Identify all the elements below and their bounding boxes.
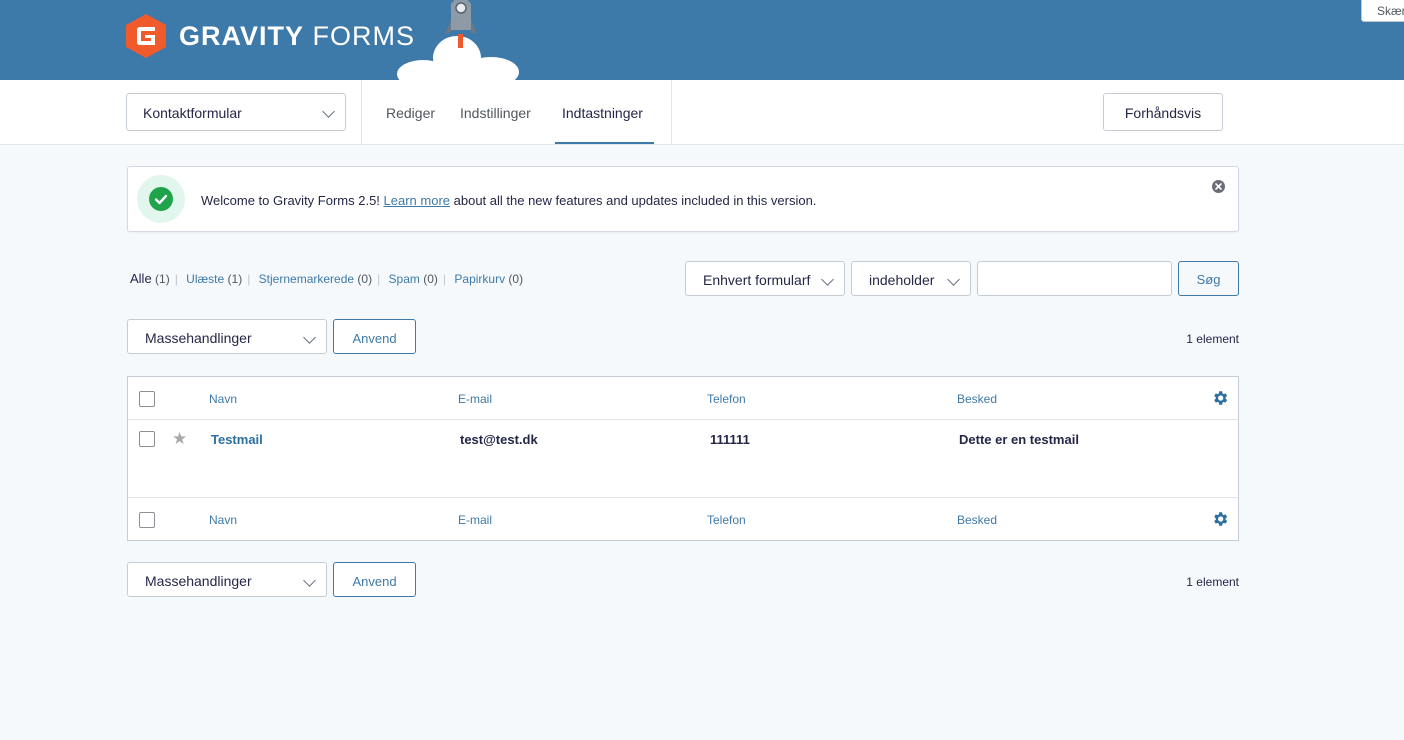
search-button[interactable]: Søg — [1178, 261, 1239, 296]
form-toolbar: Kontaktformular Rediger Indstillinger In… — [0, 80, 1404, 145]
column-header-besked[interactable]: Besked — [957, 392, 997, 406]
item-count-top: 1 element — [1186, 332, 1239, 346]
column-header-telefon[interactable]: Telefon — [707, 392, 746, 406]
apply-button-bottom[interactable]: Anvend — [333, 562, 416, 597]
filter-trash-count: (0) — [508, 272, 524, 286]
select-all-checkbox[interactable] — [139, 391, 155, 407]
bulk-actions-value: Massehandlinger — [145, 573, 252, 589]
success-check-icon — [137, 175, 185, 223]
filter-unread[interactable]: Ulæste — [186, 272, 224, 286]
filter-all-count: (1) — [155, 272, 170, 286]
preview-button[interactable]: Forhåndsvis — [1103, 93, 1223, 131]
entry-phone: 111111 — [710, 432, 750, 447]
tab-rediger[interactable]: Rediger — [386, 80, 435, 144]
filter-trash[interactable]: Papirkurv — [454, 272, 505, 286]
chevron-down-icon — [303, 574, 316, 587]
search-operator-select[interactable]: indeholder — [851, 261, 971, 296]
toolbar-divider — [361, 80, 362, 144]
column-footer-navn[interactable]: Navn — [209, 513, 237, 527]
column-footer-telefon[interactable]: Telefon — [707, 513, 746, 527]
chevron-down-icon — [322, 105, 335, 118]
select-all-checkbox-bottom[interactable] — [139, 512, 155, 528]
welcome-notice: Welcome to Gravity Forms 2.5! Learn more… — [127, 166, 1239, 232]
notice-text-after: about all the new features and updates i… — [450, 193, 817, 208]
column-footer-besked[interactable]: Besked — [957, 513, 997, 527]
chevron-down-icon — [303, 331, 316, 344]
search-operator-value: indeholder — [869, 272, 935, 288]
gear-icon[interactable] — [1211, 389, 1229, 407]
chevron-down-icon — [947, 273, 960, 286]
table-footer: Navn E-mail Telefon Besked — [128, 497, 1238, 540]
search-field-select[interactable]: Enhvert formularfelt — [685, 261, 845, 296]
filter-starred[interactable]: Stjernemarkerede — [259, 272, 354, 286]
entry-name-link[interactable]: Testmail — [211, 432, 263, 447]
filter-all[interactable]: Alle — [130, 271, 152, 286]
entry-email: test@test.dk — [460, 432, 538, 447]
table-header: Navn E-mail Telefon Besked — [128, 377, 1238, 420]
apply-button-top[interactable]: Anvend — [333, 319, 416, 354]
bulk-actions-select-top[interactable]: Massehandlinger — [127, 319, 327, 354]
screen-options-button[interactable]: Skærm — [1361, 0, 1404, 22]
notice-text-before: Welcome to Gravity Forms 2.5! — [201, 193, 384, 208]
table-row[interactable]: ★ Testmail test@test.dk 111111 Dette er … — [128, 420, 1238, 497]
form-selector[interactable]: Kontaktformular — [126, 93, 346, 131]
logo-wordmark: GRAVITY FORMS — [179, 20, 416, 51]
entry-message: Dette er en testmail — [959, 432, 1079, 447]
gear-icon[interactable] — [1211, 510, 1229, 528]
entry-filter-links: Alle (1) | Ulæste (1) | Stjernemarkerede (… — [130, 271, 524, 286]
chevron-down-icon — [821, 273, 834, 286]
tab-indtastninger[interactable]: Indtastninger — [555, 80, 654, 144]
column-footer-email[interactable]: E-mail — [458, 513, 492, 527]
column-header-email[interactable]: E-mail — [458, 392, 492, 406]
filter-unread-count: (1) — [227, 272, 243, 286]
row-checkbox[interactable] — [139, 431, 155, 447]
rocket-illustration — [397, 0, 519, 80]
bulk-actions-value: Massehandlinger — [145, 330, 252, 346]
header-banner: GRAVITY FORMS Skærm — [0, 0, 1404, 80]
entries-table: Navn E-mail Telefon Besked ★ Testmail te… — [127, 376, 1239, 541]
tab-indstillinger[interactable]: Indstillinger — [460, 80, 531, 144]
filter-starred-count: (0) — [357, 272, 373, 286]
bulk-actions-select-bottom[interactable]: Massehandlinger — [127, 562, 327, 597]
toolbar-divider — [671, 80, 672, 144]
notice-message: Welcome to Gravity Forms 2.5! Learn more… — [201, 193, 816, 208]
form-selector-value: Kontaktformular — [143, 105, 242, 121]
star-icon[interactable]: ★ — [172, 429, 187, 449]
gravity-forms-logo-icon — [126, 14, 166, 58]
filter-spam[interactable]: Spam — [389, 272, 420, 286]
gravity-forms-logo[interactable]: GRAVITY FORMS — [126, 14, 415, 58]
column-header-navn[interactable]: Navn — [209, 392, 237, 406]
item-count-bottom: 1 element — [1186, 575, 1239, 589]
search-input[interactable] — [977, 261, 1172, 296]
search-field-value: Enhvert formularfelt — [703, 272, 811, 288]
learn-more-link[interactable]: Learn more — [384, 193, 450, 208]
filter-spam-count: (0) — [423, 272, 438, 286]
close-icon[interactable] — [1212, 180, 1225, 193]
